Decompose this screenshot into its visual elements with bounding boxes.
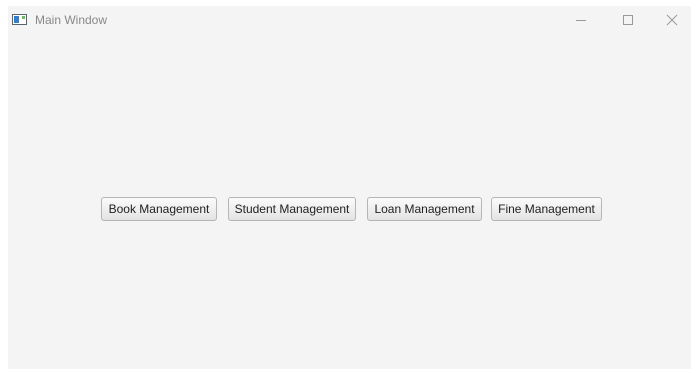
fine-management-button[interactable]: Fine Management bbox=[491, 197, 602, 221]
minimize-icon bbox=[576, 20, 586, 21]
student-management-button[interactable]: Student Management bbox=[228, 197, 356, 221]
window-title: Main Window bbox=[35, 13, 108, 27]
maximize-icon bbox=[623, 15, 633, 25]
minimize-button[interactable] bbox=[558, 6, 604, 34]
maximize-button[interactable] bbox=[605, 6, 651, 34]
loan-management-button[interactable]: Loan Management bbox=[367, 197, 482, 221]
main-window: Main Window Book Management Student Mana… bbox=[8, 6, 691, 369]
app-icon-right-pane bbox=[22, 16, 25, 19]
close-button[interactable] bbox=[649, 6, 695, 34]
close-icon bbox=[666, 14, 678, 26]
book-management-button[interactable]: Book Management bbox=[101, 197, 217, 221]
main-content: Book Management Student Management Loan … bbox=[8, 34, 691, 369]
app-window-icon bbox=[12, 14, 27, 25]
app-icon-left-pane bbox=[14, 16, 19, 23]
title-bar[interactable]: Main Window bbox=[8, 6, 691, 34]
